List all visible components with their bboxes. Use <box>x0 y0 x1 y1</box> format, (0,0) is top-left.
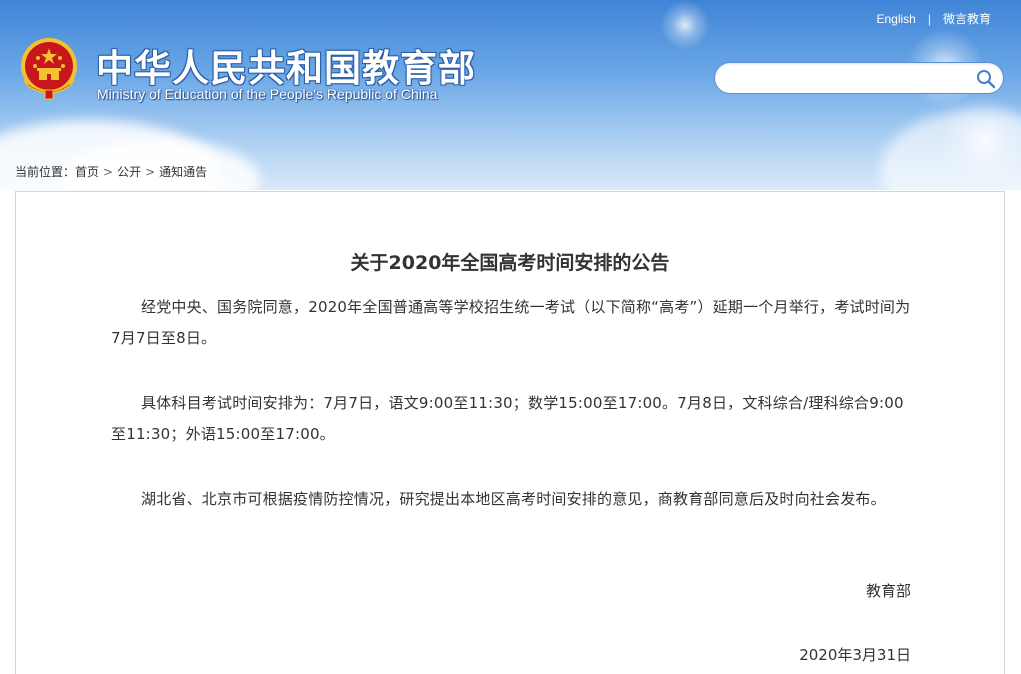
article-title: 关于2020年全国高考时间安排的公告 <box>350 252 670 274</box>
breadcrumb-public[interactable]: 公开 <box>117 165 141 179</box>
dandelion-decoration <box>660 0 710 50</box>
article-paragraph: 湖北省、北京市可根据疫情防控情况，研究提出本地区高考时间安排的意见，商教育部同意… <box>141 490 886 508</box>
breadcrumb-notices[interactable]: 通知通告 <box>159 165 207 179</box>
search-icon[interactable] <box>975 68 997 90</box>
breadcrumb-prefix: 当前位置： <box>15 165 76 179</box>
search-input[interactable] <box>729 69 969 89</box>
link-separator: | <box>927 11 931 26</box>
site-subtitle: Ministry of Education of the People's Re… <box>97 86 438 102</box>
national-emblem-icon <box>21 38 77 100</box>
chevron-right-icon: > <box>103 165 114 179</box>
english-link[interactable]: English <box>877 12 916 26</box>
top-links: English | 微言教育 <box>877 10 992 27</box>
search-box <box>714 62 1004 94</box>
site-title: 中华人民共和国教育部 <box>96 47 476 90</box>
site-header: 中华人民共和国教育部 Ministry of Education of the … <box>0 0 1021 190</box>
weiyan-education-link[interactable]: 微言教育 <box>943 10 991 27</box>
article-container: 关于2020年全国高考时间安排的公告 经党中央、国务院同意，2020年全国普通高… <box>15 191 1005 674</box>
breadcrumb-home[interactable]: 首页 <box>75 165 99 179</box>
article-signature: 教育部 <box>865 582 911 600</box>
article-paragraph: 具体科目考试时间安排为：7月7日，语文9:00至11:30；数学15:00至17… <box>111 394 904 443</box>
chevron-right-icon: > <box>145 165 156 179</box>
dandelion-decoration <box>940 95 1021 185</box>
article-date: 2020年3月31日 <box>799 646 911 664</box>
article-paragraph: 经党中央、国务院同意，2020年全国普通高等学校招生统一考试（以下简称“高考”）… <box>111 298 911 347</box>
breadcrumb: 当前位置：首页 > 公开 > 通知通告 <box>15 163 207 180</box>
